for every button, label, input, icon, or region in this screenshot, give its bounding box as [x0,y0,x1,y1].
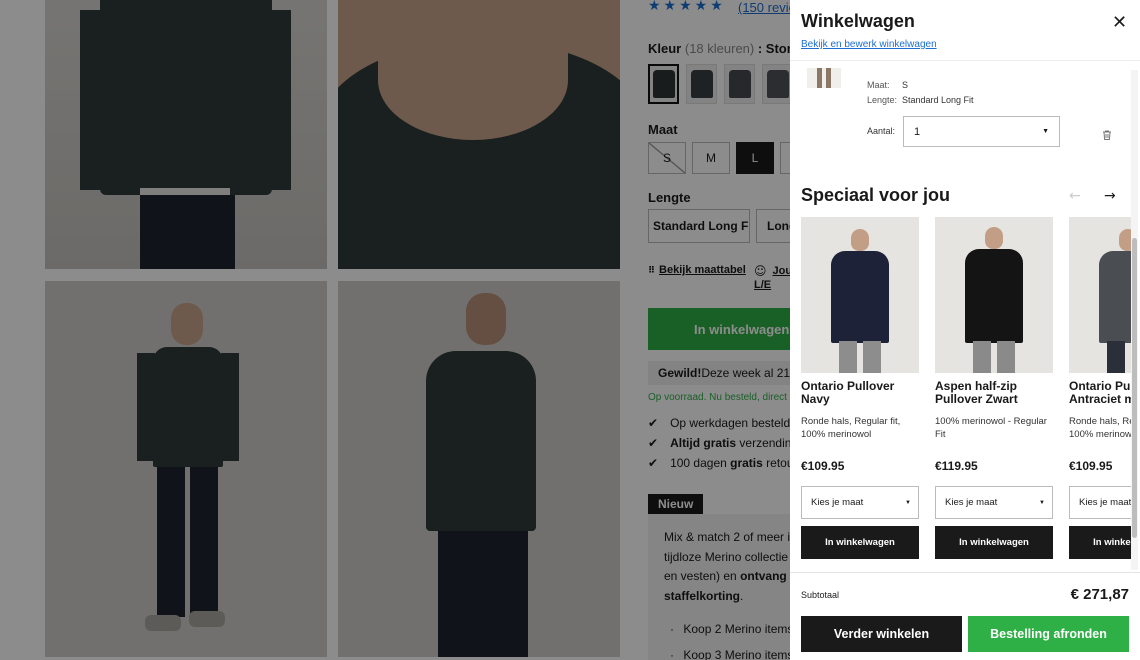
checkout-button[interactable]: Bestelling afronden [968,616,1129,652]
product-image[interactable] [935,217,1053,373]
product-image[interactable] [801,217,919,373]
add-to-cart-button[interactable]: In winkelwagen [935,526,1053,559]
size-select[interactable]: Kies je maat ▼ [801,486,919,519]
add-to-cart-button[interactable]: In winkelwagen [1069,526,1131,559]
product-price: €109.95 [801,459,845,473]
cart-drawer: Winkelwagen Bekijk en bewerk winkelwagen… [790,0,1140,660]
recommendations-carousel: Ontario Pullover Navy Ronde hals, Regula… [790,0,1131,660]
recommendation-card: Ontario Pullover Antraciet melange Ronde… [1069,217,1131,559]
product-description: 100% merinowol - Regular Fit [935,416,1047,440]
product-price: €109.95 [1069,459,1113,473]
cart-footer: Subtotaal € 271,87 Verder winkelen Beste… [790,572,1140,660]
recommendation-card: Aspen half-zip Pullover Zwart 100% merin… [935,217,1053,559]
chevron-down-icon: ▼ [905,499,911,506]
product-name[interactable]: Ontario Pullover Antraciet melange [1069,380,1131,407]
subtotal-value: € 271,87 [1070,586,1129,603]
size-select[interactable]: Kies je maat ▼ [1069,486,1131,519]
product-image[interactable] [1069,217,1131,373]
continue-shopping-button[interactable]: Verder winkelen [801,616,962,652]
add-to-cart-button[interactable]: In winkelwagen [801,526,919,559]
modal-backdrop[interactable] [0,0,790,660]
product-name[interactable]: Aspen half-zip Pullover Zwart [935,380,1053,407]
size-select[interactable]: Kies je maat ▼ [935,486,1053,519]
chevron-down-icon: ▼ [1039,499,1045,506]
product-description: Ronde hals, Regular fit, 100% merinowol [1069,416,1131,440]
scrollbar[interactable] [1131,70,1138,570]
product-price: €119.95 [935,459,978,473]
recommendation-card: Ontario Pullover Navy Ronde hals, Regula… [801,217,919,559]
subtotal-label: Subtotaal [801,590,840,600]
product-description: Ronde hals, Regular fit, 100% merinowol [801,416,901,440]
product-name[interactable]: Ontario Pullover Navy [801,380,919,407]
